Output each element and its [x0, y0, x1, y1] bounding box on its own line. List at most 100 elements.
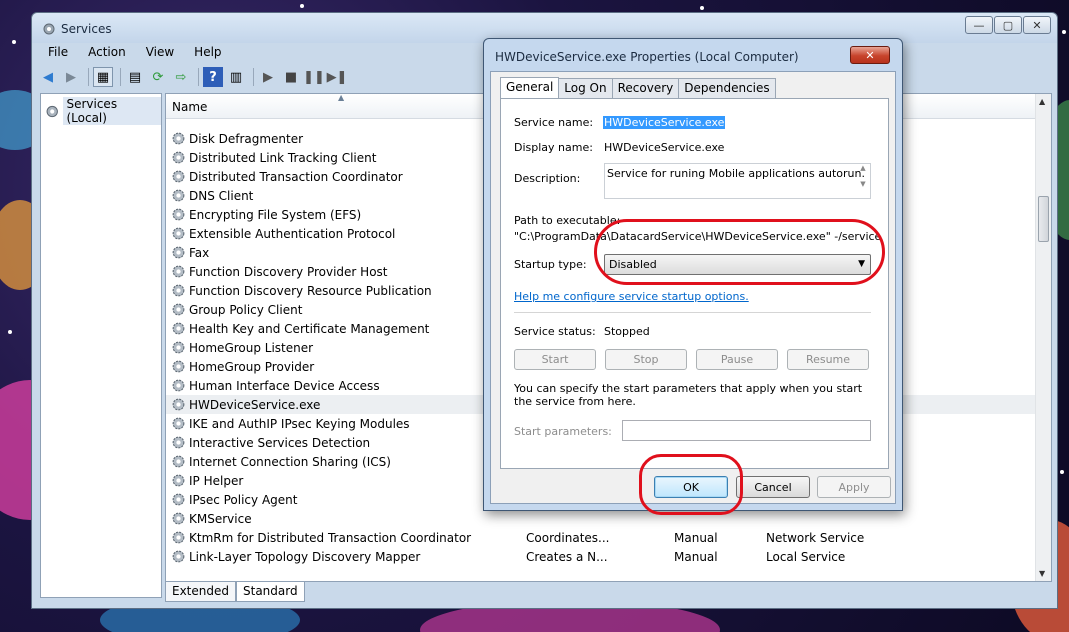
service-description: Coordinates...	[526, 530, 610, 545]
menu-action[interactable]: Action	[78, 43, 136, 63]
dialog-body: General Log On Recovery Dependencies Ser…	[490, 71, 896, 504]
service-name: Human Interface Device Access	[189, 378, 380, 393]
scrollbar-thumb[interactable]	[1038, 196, 1049, 242]
service-row[interactable]: KtmRm for Distributed Transaction Coordi…	[166, 528, 1035, 547]
service-row[interactable]: Link-Layer Topology Discovery Mapper Crea…	[166, 547, 1035, 566]
service-log-on-as: Local Service	[766, 549, 846, 564]
service-gear-icon	[172, 493, 185, 506]
service-name: Extensible Authentication Protocol	[189, 226, 396, 241]
service-name: HomeGroup Listener	[189, 340, 314, 355]
display-name-value[interactable]: HWDeviceService.exe	[604, 141, 724, 154]
stop-button[interactable]: Stop	[605, 349, 687, 370]
service-gear-icon	[172, 474, 185, 487]
show-hide-tree-icon[interactable]: ▦	[93, 67, 113, 87]
export-list-icon[interactable]: ⇨	[171, 67, 191, 87]
service-name: Group Policy Client	[189, 302, 303, 317]
restart-service-icon[interactable]: ▶❚	[327, 67, 348, 87]
service-name-label: Service name:	[514, 116, 594, 129]
service-description: Creates a N...	[526, 549, 608, 564]
service-name: Health Key and Certificate Management	[189, 321, 430, 336]
toolbar: ◀ ▶ ▦ ▤ ⟳ ⇨ ? ▥ ▶ ■ ❚❚ ▶❚	[38, 65, 350, 89]
start-parameters-hint: You can specify the start parameters tha…	[514, 382, 863, 408]
properties-icon[interactable]: ▥	[226, 67, 246, 87]
minimize-button[interactable]: —	[965, 16, 993, 34]
service-gear-icon	[172, 265, 185, 278]
menu-bar: File Action View Help	[38, 43, 232, 63]
vertical-scrollbar[interactable]: ▲ ▼	[1035, 94, 1051, 581]
cancel-button[interactable]: Cancel	[736, 476, 810, 498]
service-name: IP Helper	[189, 473, 244, 488]
scroll-down-arrow-icon[interactable]: ▼	[1039, 569, 1045, 578]
refresh-icon[interactable]: ⟳	[148, 67, 168, 87]
description-scrollbar[interactable]: ▲ ▼	[856, 164, 870, 198]
toolbar-divider	[198, 68, 199, 86]
dialog-close-button[interactable]: ✕	[850, 46, 890, 64]
tree-item-label: Services (Local)	[63, 97, 161, 125]
dialog-title: HWDeviceService.exe Properties (Local Co…	[495, 50, 799, 64]
display-name-label: Display name:	[514, 141, 593, 154]
startup-type-label: Startup type:	[514, 258, 587, 271]
pause-button[interactable]: Pause	[696, 349, 778, 370]
service-gear-icon	[172, 208, 185, 221]
service-gear-icon	[172, 341, 185, 354]
window-title: Services	[61, 22, 112, 36]
tab-general[interactable]: General	[500, 77, 560, 98]
start-parameters-input[interactable]	[622, 420, 871, 441]
service-gear-icon	[172, 284, 185, 297]
service-name: Function Discovery Provider Host	[189, 264, 388, 279]
pause-service-icon[interactable]: ❚❚	[303, 67, 325, 87]
apply-button[interactable]: Apply	[817, 476, 891, 498]
service-name: Encrypting File System (EFS)	[189, 207, 362, 222]
service-name: HWDeviceService.exe	[189, 397, 321, 412]
service-startup-type: Manual	[674, 530, 718, 545]
help-icon[interactable]: ?	[203, 67, 223, 87]
view-tabs: Extended Standard	[165, 582, 305, 602]
annotation-circle-startup-type	[594, 219, 885, 285]
tab-standard[interactable]: Standard	[236, 582, 305, 602]
description-field[interactable]: Service for runing Mobile applications a…	[604, 163, 871, 199]
column-header-name[interactable]: Name	[172, 100, 207, 114]
description-label: Description:	[514, 172, 581, 185]
resume-button[interactable]: Resume	[787, 349, 869, 370]
tab-dependencies[interactable]: Dependencies	[678, 78, 776, 99]
description-text: Service for runing Mobile applications a…	[607, 167, 865, 180]
back-arrow-icon[interactable]: ◀	[38, 67, 58, 87]
service-name: Fax	[189, 245, 210, 260]
tab-extended[interactable]: Extended	[165, 582, 236, 602]
toolbar-divider	[253, 68, 254, 86]
tab-log-on[interactable]: Log On	[558, 78, 613, 99]
start-service-icon[interactable]: ▶	[258, 67, 278, 87]
service-gear-icon	[172, 379, 185, 392]
service-gear-icon	[172, 303, 185, 316]
menu-help[interactable]: Help	[184, 43, 231, 63]
service-gear-icon	[172, 417, 185, 430]
service-gear-icon	[172, 227, 185, 240]
forward-arrow-icon[interactable]: ▶	[61, 67, 81, 87]
stop-service-icon[interactable]: ■	[281, 67, 301, 87]
scroll-up-arrow-icon[interactable]: ▲	[1039, 97, 1045, 106]
service-name-value[interactable]: HWDeviceService.exe	[603, 116, 726, 129]
service-gear-icon	[172, 151, 185, 164]
divider	[514, 312, 871, 313]
maximize-button[interactable]: ▢	[994, 16, 1022, 34]
menu-view[interactable]: View	[136, 43, 184, 63]
service-status-label: Service status:	[514, 325, 596, 338]
service-gear-icon	[172, 531, 185, 544]
service-gear-icon	[172, 170, 185, 183]
service-name: Internet Connection Sharing (ICS)	[189, 454, 391, 469]
service-name: Function Discovery Resource Publication	[189, 283, 432, 298]
start-button[interactable]: Start	[514, 349, 596, 370]
service-name: Disk Defragmenter	[189, 131, 304, 146]
service-name: Distributed Link Tracking Client	[189, 150, 377, 165]
service-row[interactable]: KMService	[166, 509, 1035, 528]
service-gear-icon	[172, 360, 185, 373]
service-gear-icon	[172, 550, 185, 563]
service-gear-icon	[172, 132, 185, 145]
help-configure-link[interactable]: Help me configure service startup option…	[514, 290, 749, 303]
properties-list-icon[interactable]: ▤	[125, 67, 145, 87]
menu-file[interactable]: File	[38, 43, 78, 63]
tab-recovery[interactable]: Recovery	[611, 78, 680, 99]
tree-item-services-local[interactable]: Services (Local)	[45, 97, 161, 125]
service-gear-icon	[172, 512, 185, 525]
close-button[interactable]: ✕	[1023, 16, 1051, 34]
